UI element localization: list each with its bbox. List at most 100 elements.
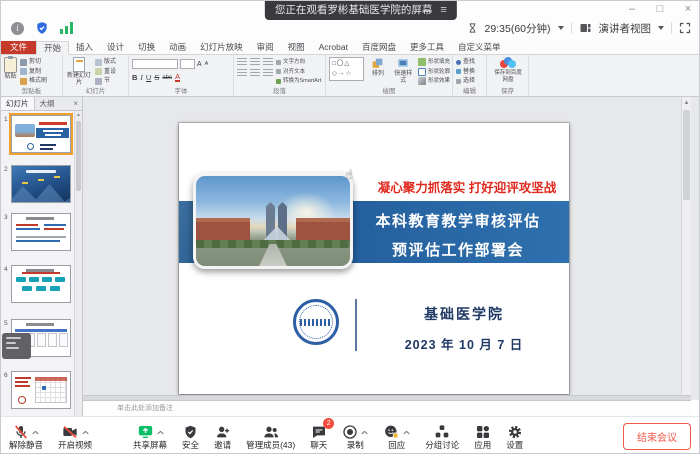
copy-button[interactable]: 复制 <box>20 68 47 76</box>
thumbnail-slide-1[interactable]: 1 <box>11 115 71 153</box>
tab-review[interactable]: 审阅 <box>250 41 281 54</box>
shield-check-icon <box>183 424 198 440</box>
tab-view[interactable]: 视图 <box>281 41 312 54</box>
font-color-button[interactable]: A <box>175 73 180 82</box>
thumbnail-slide-2[interactable]: 2 <box>11 165 71 203</box>
reaction-options-chevron-icon[interactable] <box>403 430 410 435</box>
shrink-font-button[interactable]: A <box>205 61 209 67</box>
bullets-icon[interactable] <box>237 58 247 66</box>
minimize-button[interactable]: – <box>625 1 639 17</box>
tab-design[interactable]: 设计 <box>100 41 131 54</box>
banner-menu-icon[interactable]: ≡ <box>440 1 446 20</box>
replace-button[interactable]: 替换 <box>456 68 475 76</box>
quick-styles-button[interactable]: 快速样式 <box>392 57 415 86</box>
slide-1-preview <box>12 116 70 152</box>
tab-home[interactable]: 开始 <box>36 41 69 55</box>
new-slide-button[interactable]: 新建幻灯片 <box>66 57 92 86</box>
strikethrough-button[interactable]: S <box>154 73 159 82</box>
video-options-chevron-icon[interactable] <box>82 430 89 435</box>
align-right-icon[interactable] <box>263 69 273 77</box>
reset-button[interactable]: 重设 <box>95 68 116 76</box>
reaction-button[interactable]: 回应 <box>383 422 410 450</box>
maximize-button[interactable]: □ <box>653 1 667 17</box>
record-options-chevron-icon[interactable] <box>361 430 368 435</box>
indent-icon[interactable] <box>263 58 273 66</box>
align-text-button[interactable]: 对齐文本 <box>276 68 321 76</box>
format-painter-button[interactable]: 格式刷 <box>20 77 47 85</box>
fullscreen-icon[interactable] <box>679 22 691 34</box>
ribbon-empty-area <box>529 55 700 96</box>
align-left-icon[interactable] <box>237 69 247 77</box>
section-button[interactable]: 节 <box>95 77 116 85</box>
cut-button[interactable]: 剪切 <box>20 58 47 66</box>
grow-font-button[interactable]: A <box>197 61 202 68</box>
save-to-netdisk-button[interactable]: 保存到百度 网盘 <box>494 57 522 86</box>
start-video-button[interactable]: 开启视频 <box>58 422 92 450</box>
network-signal-icon[interactable] <box>60 22 73 34</box>
thumbnail-scrollbar[interactable]: ▲ <box>74 111 82 416</box>
italic-button[interactable]: I <box>140 73 143 82</box>
scrollbar-thumb[interactable] <box>76 121 81 191</box>
thumbnail-slide-3[interactable]: 3 <box>11 213 71 251</box>
numbering-icon[interactable] <box>250 58 260 66</box>
unmute-button[interactable]: 解除静音 <box>9 422 43 450</box>
manage-members-button[interactable]: 管理成员(43) <box>246 422 295 450</box>
shape-outline-button[interactable]: 形状轮廓 <box>418 68 450 76</box>
ppt-ribbon: 粘贴 剪切 复制 格式刷 剪贴板 新建幻灯片 版式 重设 节 <box>1 55 700 97</box>
breakout-rooms-button[interactable]: 分组讨论 <box>425 422 459 450</box>
tab-custom[interactable]: 自定义菜单 <box>451 41 508 54</box>
tab-transitions[interactable]: 切换 <box>131 41 162 54</box>
timer-hourglass-icon <box>467 22 478 34</box>
chat-button[interactable]: 2 聊天 <box>310 422 327 450</box>
security-shield-icon[interactable] <box>35 21 49 35</box>
tab-acrobat[interactable]: Acrobat <box>312 41 355 54</box>
share-screen-button[interactable]: 共享屏幕 <box>133 422 167 450</box>
share-options-chevron-icon[interactable] <box>157 430 164 435</box>
tab-baidu-netdisk[interactable]: 百度网盘 <box>355 41 403 54</box>
security-button[interactable]: 安全 <box>182 422 199 450</box>
mic-options-chevron-icon[interactable] <box>32 430 39 435</box>
underline-button[interactable]: U <box>146 73 151 82</box>
notes-pane[interactable]: 单击此处添加备注 <box>83 401 691 416</box>
panel-tab-slides[interactable]: 幻灯片 <box>1 97 35 110</box>
clear-format-button[interactable]: abc <box>162 75 172 81</box>
tab-insert[interactable]: 插入 <box>69 41 100 54</box>
canvas-scrollbar-thumb[interactable] <box>683 110 690 200</box>
thumbnail-slide-6[interactable]: 6 <box>11 371 71 409</box>
settings-button[interactable]: 设置 <box>506 422 523 450</box>
end-meeting-button[interactable]: 结束会议 <box>623 423 691 450</box>
panel-tab-outline[interactable]: 大纲 <box>35 97 60 110</box>
close-button[interactable]: × <box>681 1 695 17</box>
tab-slideshow[interactable]: 幻灯片放映 <box>193 41 250 54</box>
slide-canvas[interactable]: 凝心聚力抓落实 打好迎评攻坚战 本科教育教学审核评估 预评估工作部署会 ☝ 基础… <box>179 123 569 394</box>
apps-button[interactable]: 应用 <box>474 422 491 450</box>
tab-more-tools[interactable]: 更多工具 <box>403 41 451 54</box>
shapes-gallery[interactable]: □〇△ ◇→☆ <box>329 57 364 81</box>
select-button[interactable]: 选择 <box>456 77 475 85</box>
text-direction-button[interactable]: 文字方向 <box>276 58 321 66</box>
arrange-button[interactable]: 排列 <box>367 57 388 86</box>
view-mode-caret-icon[interactable] <box>658 26 664 30</box>
tab-animations[interactable]: 动画 <box>162 41 193 54</box>
font-name-input[interactable] <box>132 59 178 69</box>
paste-button[interactable]: 粘贴 <box>4 57 17 86</box>
find-button[interactable]: 查找 <box>456 58 475 66</box>
font-size-input[interactable] <box>180 59 195 69</box>
canvas-scrollbar[interactable]: ▲ <box>681 97 691 400</box>
thumbnail-slide-4[interactable]: 4 <box>11 265 71 303</box>
tab-file[interactable]: 文件 <box>1 41 36 54</box>
shape-fill-button[interactable]: 形状填充 <box>418 58 450 66</box>
shape-effects-button[interactable]: 形状效果 <box>418 77 450 85</box>
canvas-scroll-up-icon[interactable]: ▲ <box>682 97 691 109</box>
convert-smartart-button[interactable]: 转换为SmartArt <box>276 77 321 85</box>
meeting-info-icon[interactable]: i <box>11 22 24 35</box>
invite-button[interactable]: 邀请 <box>214 422 231 450</box>
timer-caret-icon[interactable] <box>558 26 564 30</box>
scroll-up-icon[interactable]: ▲ <box>75 111 82 119</box>
align-center-icon[interactable] <box>250 69 260 77</box>
layout-button[interactable]: 版式 <box>95 58 116 66</box>
panel-close-icon[interactable]: × <box>69 97 82 110</box>
bold-button[interactable]: B <box>132 73 137 82</box>
view-mode-selector[interactable]: 演讲者视图 <box>599 21 652 36</box>
record-button[interactable]: 录制 <box>342 422 368 450</box>
